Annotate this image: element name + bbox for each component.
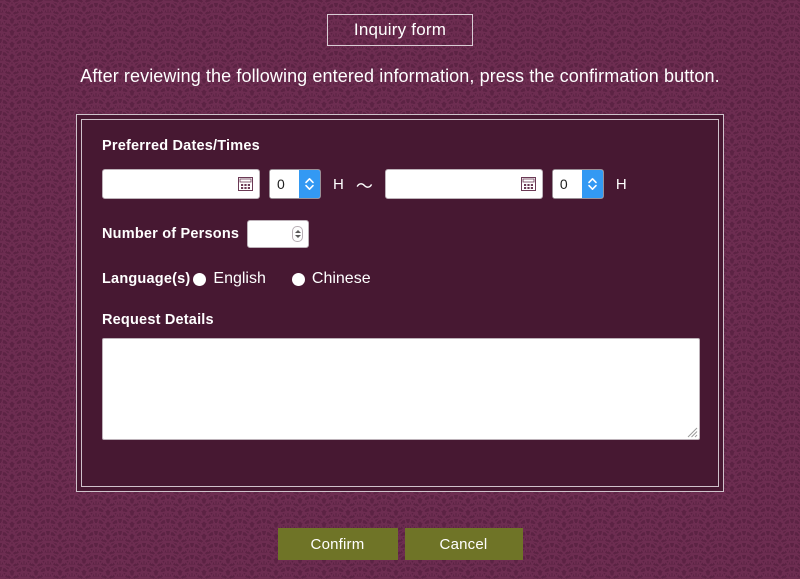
language-option-chinese-label: Chinese	[311, 270, 371, 287]
form-panel: Preferred Dates/Times 0 H 〜 0 H Number o…	[76, 114, 724, 492]
number-of-persons-row: Number of Persons	[102, 220, 698, 248]
form-panel-inner: Preferred Dates/Times 0 H 〜 0 H Number o…	[81, 119, 719, 487]
spinner-down-icon[interactable]	[294, 235, 301, 238]
request-details-textarea[interactable]	[103, 339, 699, 439]
form-actions: Confirm Cancel	[0, 528, 800, 560]
languages-label: Language(s)	[102, 271, 191, 287]
request-details-section: Request Details	[102, 312, 700, 440]
end-hour-unit-label: H	[615, 175, 627, 193]
end-date-input-wrapper[interactable]	[384, 169, 543, 199]
calendar-icon[interactable]	[520, 177, 536, 191]
preferred-dates-label: Preferred Dates/Times	[102, 138, 260, 154]
date-range-separator: 〜	[355, 176, 373, 196]
language-option-chinese[interactable]: Chinese	[291, 270, 371, 288]
end-hour-spinner[interactable]: 0	[551, 169, 604, 199]
cancel-button[interactable]: Cancel	[404, 528, 523, 560]
start-hour-spinner-arrows[interactable]	[299, 170, 320, 198]
number-of-persons-input-wrapper[interactable]	[247, 220, 310, 248]
number-of-persons-spinner[interactable]	[292, 226, 304, 242]
inquiry-form-page: Inquiry form After reviewing the followi…	[0, 0, 800, 579]
end-hour-spinner-arrows[interactable]	[581, 170, 603, 198]
radio-chinese-icon[interactable]	[291, 272, 305, 286]
end-hour-value[interactable]: 0	[552, 170, 582, 198]
end-date-input[interactable]	[385, 170, 542, 198]
start-hour-unit-label: H	[333, 175, 344, 193]
start-hour-spinner[interactable]: 0	[269, 169, 321, 199]
calendar-icon[interactable]	[238, 177, 253, 191]
number-of-persons-label: Number of Persons	[102, 226, 240, 242]
resize-grip-icon[interactable]	[685, 425, 698, 438]
spinner-up-icon[interactable]	[294, 230, 301, 233]
spinner-up-down-icon	[588, 177, 597, 190]
language-option-english-label: English	[213, 270, 266, 287]
language-option-english[interactable]: English	[193, 270, 266, 288]
request-details-textarea-wrapper[interactable]	[102, 338, 700, 440]
page-title-area: Inquiry form	[0, 0, 800, 46]
page-title: Inquiry form	[326, 14, 474, 46]
radio-english-icon[interactable]	[193, 272, 207, 286]
instruction-text: After reviewing the following entered in…	[80, 66, 720, 86]
start-date-input-wrapper[interactable]	[102, 169, 260, 199]
spinner-up-down-icon	[305, 177, 314, 190]
confirm-button[interactable]: Confirm	[277, 528, 398, 560]
request-details-label: Request Details	[102, 312, 214, 328]
preferred-dates-row: 0 H 〜 0 H	[102, 169, 698, 199]
start-date-input[interactable]	[103, 170, 259, 198]
start-hour-value[interactable]: 0	[270, 170, 299, 198]
languages-row: Language(s) English Chinese	[102, 270, 698, 288]
